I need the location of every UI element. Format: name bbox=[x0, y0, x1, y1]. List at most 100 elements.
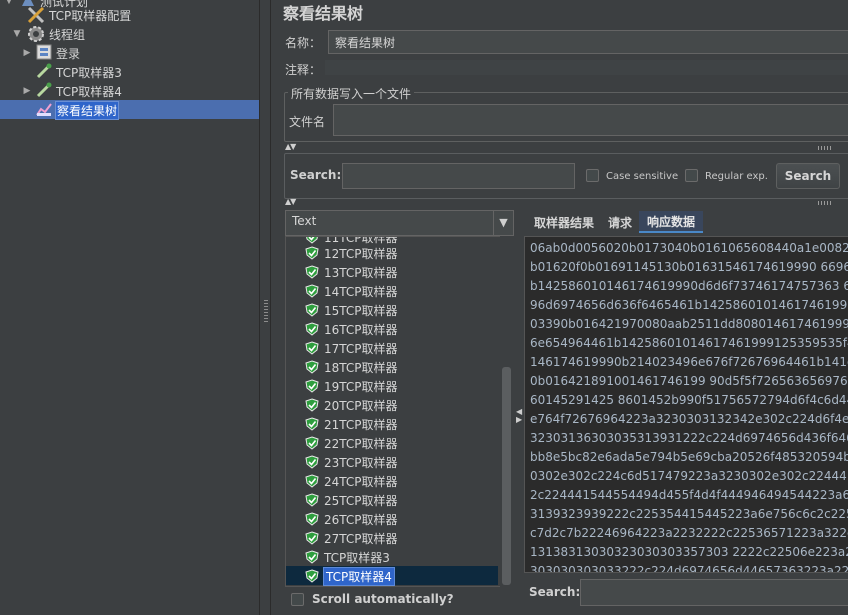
success-shield-icon bbox=[305, 379, 319, 393]
tree-item-label: TCP取样器配置 bbox=[49, 9, 132, 23]
renderer-select[interactable]: Text ▼ bbox=[285, 210, 514, 236]
view-results-tree-panel: 察看结果树 名称： 察看结果树 注释： 所有数据写入一个文件 文件名 ▲▼ Se… bbox=[272, 0, 848, 615]
list-item[interactable]: 15TCP取样器 bbox=[286, 300, 498, 319]
list-item-label: 17TCP取样器 bbox=[324, 342, 398, 356]
list-item-label: 21TCP取样器 bbox=[324, 418, 398, 432]
scrollbar-thumb[interactable] bbox=[502, 367, 511, 585]
response-text-line: 0b016421891001461746199 90d5f5f726563656… bbox=[530, 374, 848, 388]
scroll-automatically-checkbox[interactable] bbox=[291, 593, 304, 606]
list-item-label: TCP取样器3 bbox=[324, 551, 390, 565]
case-sensitive-checkbox[interactable] bbox=[586, 169, 599, 182]
response-text-line: 146174619990b214023496e676f72676964461b1… bbox=[530, 355, 848, 369]
list-item[interactable]: 13TCP取样器 bbox=[286, 262, 498, 281]
tree-item-view-results-tree[interactable]: 察看结果树 bbox=[0, 100, 259, 120]
sampler-pipette-icon bbox=[36, 63, 52, 79]
response-search-input[interactable] bbox=[580, 579, 848, 606]
list-item[interactable]: 27TCP取样器 bbox=[286, 528, 498, 547]
name-field[interactable]: 察看结果树 bbox=[328, 30, 848, 54]
list-item-label: 20TCP取样器 bbox=[324, 399, 398, 413]
expand-arrow-icon[interactable]: ▶ bbox=[22, 48, 32, 58]
response-text-line: 06ab0d0056020b0173040b0161065608440a1e00… bbox=[530, 241, 848, 255]
list-item-label: 14TCP取样器 bbox=[324, 285, 398, 299]
success-shield-icon bbox=[305, 398, 319, 412]
list-item[interactable]: 19TCP取样器 bbox=[286, 376, 498, 395]
response-text-line: b01620f0b01691145130b01631546174619990 6… bbox=[530, 260, 848, 274]
regex-label: Regular exp. bbox=[705, 171, 768, 182]
list-item-label: 26TCP取样器 bbox=[324, 513, 398, 527]
list-item[interactable]: 23TCP取样器 bbox=[286, 452, 498, 471]
success-shield-icon bbox=[305, 341, 319, 355]
file-name-label: 文件名 bbox=[289, 115, 326, 129]
main-splitter[interactable] bbox=[261, 0, 271, 615]
regex-checkbox[interactable] bbox=[685, 169, 698, 182]
list-item[interactable]: TCP取样器4 bbox=[286, 566, 498, 586]
tree-item-thread-group[interactable]: ▼ 线程组 bbox=[0, 24, 259, 43]
tree-item-label: TCP取样器4 bbox=[56, 85, 122, 99]
list-item[interactable]: 24TCP取样器 bbox=[286, 471, 498, 490]
file-group-legend: 所有数据写入一个文件 bbox=[288, 85, 415, 102]
success-shield-icon bbox=[305, 474, 319, 488]
list-item-label: 24TCP取样器 bbox=[324, 475, 398, 489]
result-list-scrollbar[interactable] bbox=[500, 236, 514, 587]
search-label: Search: bbox=[290, 168, 342, 182]
splitter-arrows-icon[interactable]: ◀ ▶ bbox=[516, 408, 522, 424]
result-list[interactable]: 11TCP取样器 12TCP取样器 13TCP取样器 14TCP取样器 15TCP取样… bbox=[285, 236, 514, 587]
tree-item-login[interactable]: ▶ 登录 bbox=[0, 43, 259, 62]
list-item-label: 16TCP取样器 bbox=[324, 323, 398, 337]
splitter-grip[interactable] bbox=[264, 300, 268, 322]
list-item[interactable]: 26TCP取样器 bbox=[286, 509, 498, 528]
list-item[interactable]: 22TCP取样器 bbox=[286, 433, 498, 452]
list-item-label: 13TCP取样器 bbox=[324, 266, 398, 280]
collapse-arrows-icon[interactable]: ▲▼ bbox=[285, 142, 296, 151]
config-tools-icon bbox=[27, 6, 45, 24]
response-text-line: 96d6974656d636f6465461b14258601014617461… bbox=[530, 298, 848, 312]
drag-handle-icon[interactable] bbox=[818, 201, 832, 205]
list-item-label: 19TCP取样器 bbox=[324, 380, 398, 394]
success-shield-icon bbox=[305, 246, 319, 260]
search-input[interactable] bbox=[342, 163, 575, 189]
success-shield-icon bbox=[305, 436, 319, 450]
chevron-down-icon[interactable]: ▼ bbox=[493, 211, 513, 235]
tree-item-tcp-sampler-3[interactable]: TCP取样器3 bbox=[0, 62, 259, 81]
success-shield-icon bbox=[305, 550, 319, 564]
list-item-label: TCP取样器4 bbox=[323, 567, 395, 586]
file-name-field[interactable] bbox=[333, 104, 848, 136]
comment-label: 注释： bbox=[285, 63, 322, 77]
tab-response-data[interactable]: 响应数据 bbox=[639, 211, 703, 233]
list-item[interactable]: 12TCP取样器 bbox=[286, 243, 498, 262]
response-text-line: c7d2c7b22246964223a2232222c22536571223a3… bbox=[530, 526, 848, 540]
comment-field[interactable] bbox=[324, 59, 848, 76]
sampler-pipette-icon bbox=[36, 82, 52, 98]
drag-handle-icon[interactable] bbox=[818, 146, 832, 150]
list-item[interactable]: 17TCP取样器 bbox=[286, 338, 498, 357]
tab-sampler-result[interactable]: 取样器结果 bbox=[529, 212, 599, 234]
search-button[interactable]: Search bbox=[776, 163, 840, 189]
tree-item-tcp-sampler-4[interactable]: ▶ TCP取样器4 bbox=[0, 81, 259, 100]
tab-request[interactable]: 请求 bbox=[603, 212, 637, 234]
expand-arrow-icon[interactable]: ▶ bbox=[22, 86, 32, 96]
response-data-text[interactable]: 06ab0d0056020b0173040b0161065608440a1e00… bbox=[524, 236, 848, 573]
list-item-label: 25TCP取样器 bbox=[324, 494, 398, 508]
response-text-line: bb8e5bc82e6ada5e794b5e69cba20526f4853205… bbox=[530, 450, 848, 464]
list-item[interactable]: 18TCP取样器 bbox=[286, 357, 498, 376]
list-item[interactable]: 20TCP取样器 bbox=[286, 395, 498, 414]
list-item[interactable]: TCP取样器3 bbox=[286, 547, 498, 566]
success-shield-icon bbox=[305, 284, 319, 298]
expand-arrow-icon[interactable]: ▼ bbox=[12, 29, 22, 39]
list-item[interactable]: 16TCP取样器 bbox=[286, 319, 498, 338]
collapse-arrows-icon[interactable]: ▲▼ bbox=[285, 197, 296, 206]
success-shield-icon bbox=[305, 455, 319, 469]
list-item-label: 12TCP取样器 bbox=[324, 247, 398, 261]
response-text-line: 13138313030323030303357303 2222c22506e22… bbox=[530, 545, 848, 559]
tree-item-tcp-config[interactable]: TCP取样器配置 bbox=[0, 5, 259, 24]
results-splitter[interactable]: ◀ ▶ bbox=[515, 210, 522, 615]
response-search-label: Search: bbox=[529, 585, 581, 599]
list-item-label: 27TCP取样器 bbox=[324, 532, 398, 546]
success-shield-icon bbox=[305, 265, 319, 279]
list-item[interactable]: 21TCP取样器 bbox=[286, 414, 498, 433]
tree-item-label: 线程组 bbox=[49, 28, 86, 42]
test-plan-tree[interactable]: ▼ 测试计划 TCP取样器配置 ▼ 线程组 ▶ 登录 TCP取样器3 ▶ TCP… bbox=[0, 0, 260, 615]
list-item[interactable]: 25TCP取样器 bbox=[286, 490, 498, 509]
success-shield-icon bbox=[305, 322, 319, 336]
list-item[interactable]: 14TCP取样器 bbox=[286, 281, 498, 300]
